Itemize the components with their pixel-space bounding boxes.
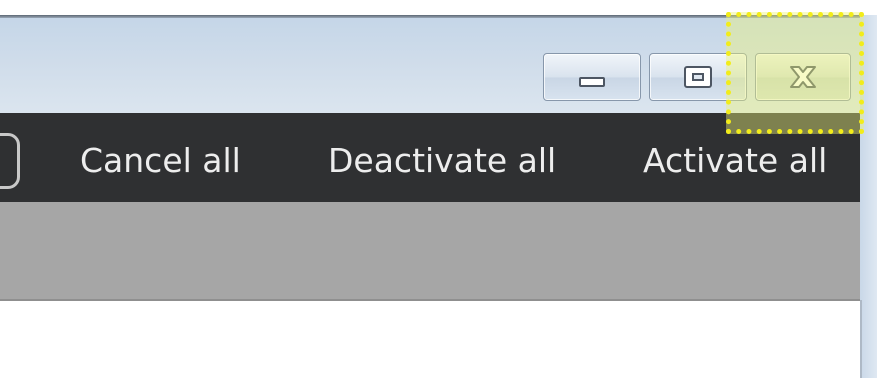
cancel-all-button[interactable]: Cancel all bbox=[80, 137, 241, 185]
deactivate-all-button[interactable]: Deactivate all bbox=[328, 137, 556, 185]
close-button[interactable] bbox=[755, 53, 851, 101]
window-right-frame bbox=[860, 15, 877, 378]
minimize-icon bbox=[579, 77, 605, 87]
close-icon bbox=[790, 66, 816, 88]
maximize-button[interactable] bbox=[649, 53, 747, 101]
maximize-icon bbox=[684, 66, 712, 88]
maximize-icon-inner bbox=[692, 73, 704, 81]
minimize-button[interactable] bbox=[543, 53, 641, 101]
partial-toolbar-icon[interactable] bbox=[0, 133, 20, 189]
content-area bbox=[0, 301, 860, 378]
filter-bar bbox=[0, 202, 860, 301]
window-frame-edge bbox=[860, 300, 862, 378]
activate-all-button[interactable]: Activate all bbox=[643, 137, 827, 185]
screenshot-stage: Cancel all Deactivate all Activate all bbox=[0, 0, 877, 378]
